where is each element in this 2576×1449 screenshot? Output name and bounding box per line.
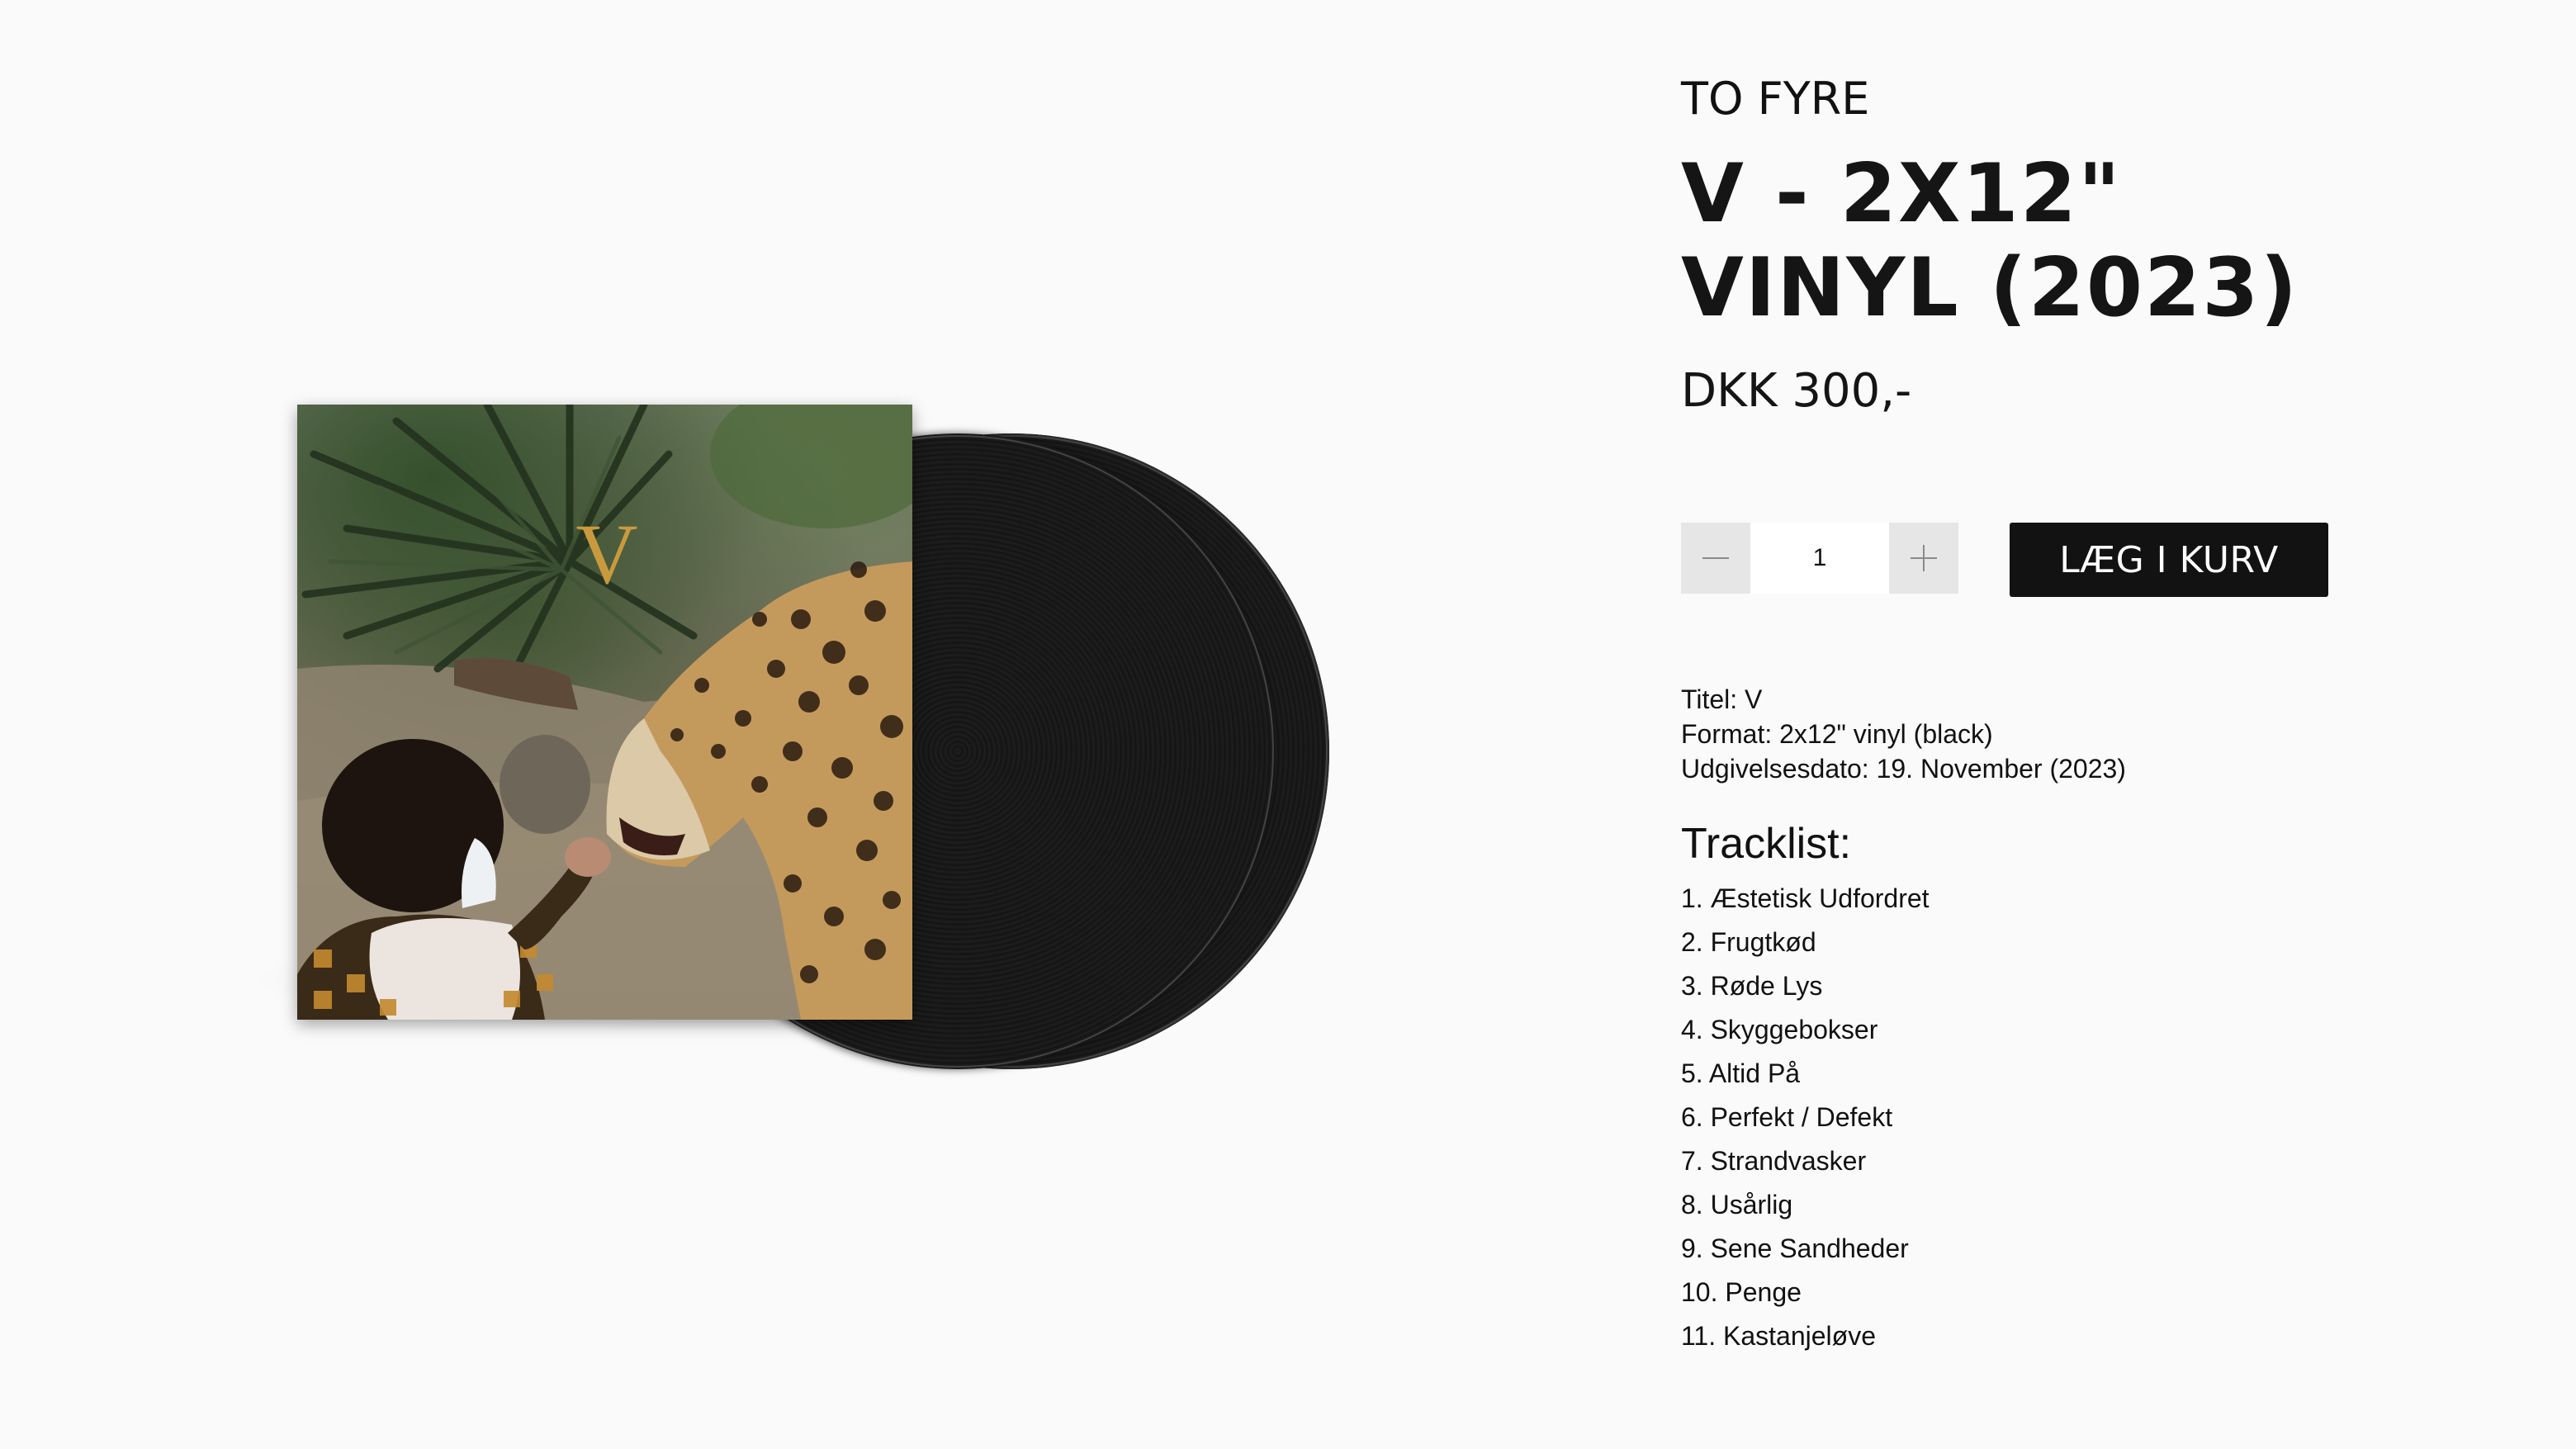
track-item: 1. Æstetisk Udfordret bbox=[1681, 883, 1930, 913]
product-image: V bbox=[231, 396, 1329, 1073]
album-cover: V bbox=[297, 405, 912, 1020]
product-details: Titel: V Format: 2x12" vinyl (black) Udg… bbox=[1681, 682, 2424, 1358]
track-item: 4. Skyggebokser bbox=[1681, 1015, 1878, 1044]
track-item: 5. Altid På bbox=[1681, 1058, 1801, 1088]
cover-artwork bbox=[297, 405, 912, 1020]
artist-name: TO FYRE bbox=[1681, 73, 1870, 125]
quantity-input[interactable] bbox=[1750, 523, 1889, 594]
track-item: 11. Kastanjeløve bbox=[1681, 1321, 1876, 1351]
cover-title-letter: V bbox=[575, 507, 638, 602]
plus-icon bbox=[1911, 545, 1937, 571]
track-item: 10. Penge bbox=[1681, 1277, 1802, 1307]
detail-release-date: Udgivelsesdato: 19. November (2023) bbox=[1681, 754, 2126, 784]
track-item: 8. Usårlig bbox=[1681, 1190, 1793, 1219]
track-item: 3. Røde Lys bbox=[1681, 971, 1823, 1001]
quantity-decrement-button[interactable] bbox=[1681, 523, 1750, 594]
product-title: V - 2X12" VINYL (2023) bbox=[1681, 147, 2299, 335]
purchase-row: LÆG I KURV bbox=[1681, 523, 2424, 597]
tracklist-heading: Tracklist: bbox=[1681, 820, 1852, 868]
product-price: DKK 300,- bbox=[1681, 364, 1912, 418]
track-item: 9. Sene Sandheder bbox=[1681, 1234, 1909, 1263]
track-item: 2. Frugtkød bbox=[1681, 927, 1816, 957]
minus-icon bbox=[1702, 557, 1729, 559]
quantity-increment-button[interactable] bbox=[1889, 523, 1958, 594]
quantity-stepper bbox=[1681, 523, 1958, 594]
track-item: 6. Perfekt / Defekt bbox=[1681, 1102, 1893, 1132]
product-info: TO FYRE V - 2X12" VINYL (2023) DKK 300,-… bbox=[1681, 66, 2424, 1351]
detail-format: Format: 2x12" vinyl (black) bbox=[1681, 719, 1993, 749]
tracklist: 1. Æstetisk Udfordret 2. Frugtkød 3. Rød… bbox=[1681, 877, 2424, 1358]
add-to-cart-button[interactable]: LÆG I KURV bbox=[2010, 523, 2328, 597]
detail-title: Titel: V bbox=[1681, 684, 1763, 714]
track-item: 7. Strandvasker bbox=[1681, 1146, 1867, 1176]
